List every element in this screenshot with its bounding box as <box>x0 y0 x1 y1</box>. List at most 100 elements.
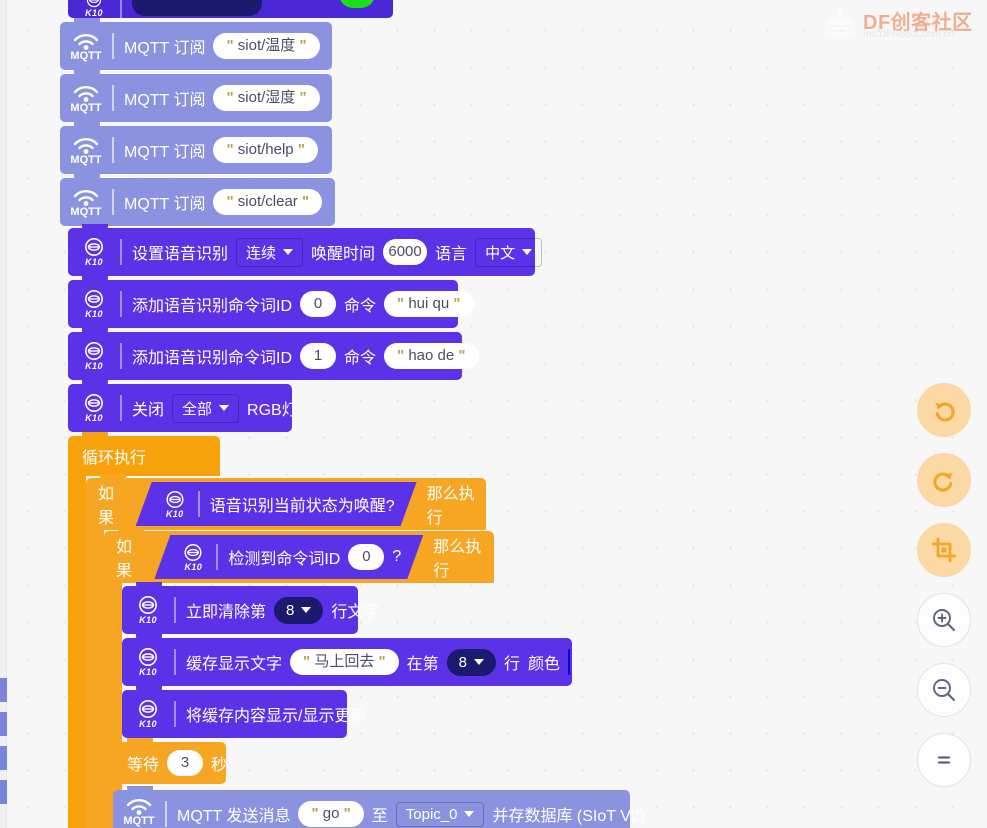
top-partial-green-indicator[interactable] <box>339 0 375 8</box>
block-flush-display[interactable]: K10 将缓存内容显示/显示更新 <box>122 686 366 738</box>
k10-icon <box>181 543 205 562</box>
command-id-field[interactable]: 1 <box>300 343 337 369</box>
block-mqtt-subscribe[interactable]: MQTT MQTT 订阅 " siot/温度 " <box>60 18 332 70</box>
block-mqtt-subscribe[interactable]: MQTT MQTT 订阅 " siot/help " <box>60 122 332 174</box>
wake-time-field[interactable]: 6000 <box>383 239 428 265</box>
mqtt-topic-dropdown[interactable]: Topic_0 <box>395 801 485 827</box>
k10-icon <box>85 394 103 412</box>
device-badge-k10: K10 <box>68 228 120 276</box>
clear-line-prefix: 立即清除第 <box>186 604 267 621</box>
format-button[interactable] <box>917 523 971 577</box>
mqtt-topic-field[interactable]: " siot/clear " <box>213 189 323 215</box>
block-clear-line[interactable]: K10 立即清除第 8 行文字 <box>122 582 379 634</box>
block-mqtt-subscribe[interactable]: MQTT MQTT 订阅 " siot/湿度 " <box>60 70 332 122</box>
wait-seconds-field[interactable]: 3 <box>167 750 204 776</box>
k10-icon <box>139 648 157 666</box>
rgb-target-value: 全部 <box>182 400 213 418</box>
if-command-head[interactable]: 如果 K10 检测到命令词ID 0 ? 那么执行 <box>104 527 494 583</box>
block-mqtt-send[interactable]: MQTT MQTT 发送消息 " go " 至 Topic_0 并存数据库 (S… <box>113 786 645 828</box>
undo-icon <box>935 402 955 422</box>
workspace-left-scrollbar[interactable] <box>0 0 7 828</box>
command-id-field[interactable]: 0 <box>300 291 337 317</box>
language-label: 语言 <box>435 246 468 263</box>
block-cache-display-text[interactable]: K10 缓存显示文字 " 马上回去 " 在第 8 行 颜色 <box>122 634 572 686</box>
mqtt-topic-field[interactable]: " siot/湿度 " <box>213 85 320 111</box>
condition-command-detected[interactable]: K10 检测到命令词ID 0 ? <box>154 535 423 579</box>
set-voice-label: 设置语音识别 <box>132 246 229 263</box>
voice-mode-dropdown[interactable]: 连续 <box>236 237 304 267</box>
condition-suffix: ? <box>392 548 402 565</box>
zoom-out-button[interactable] <box>917 663 971 717</box>
undo-button[interactable] <box>917 383 971 437</box>
condition-voice-awake[interactable]: K10 语音识别当前状态为唤醒? <box>136 482 417 526</box>
device-badge-mqtt: MQTT <box>60 22 112 70</box>
device-badge-label: K10 <box>184 561 203 572</box>
if-label: 如果 <box>116 539 133 580</box>
block-divider <box>174 597 176 623</box>
block-rgb-off[interactable]: K10 关闭 全部 RGB灯 <box>68 380 298 432</box>
watermark-brand-cn: 创客社区 <box>890 12 973 34</box>
redo-button[interactable] <box>917 453 971 507</box>
forever-loop-head[interactable]: 循环执行 <box>68 432 220 476</box>
block-divider <box>112 189 114 215</box>
command-text-field[interactable]: " hao de " <box>384 343 479 369</box>
scrollbar-segment[interactable] <box>0 712 7 736</box>
scrollbar-segment[interactable] <box>0 746 7 770</box>
mqtt-message-field[interactable]: " go " <box>298 801 364 827</box>
wifi-icon <box>73 138 99 154</box>
mqtt-topic-field[interactable]: " siot/help " <box>213 137 318 163</box>
block-divider <box>120 343 122 369</box>
cache-line-value: 8 <box>458 653 467 671</box>
device-badge-label: K10 <box>85 309 103 319</box>
command-text-value: hui qu <box>408 295 450 312</box>
mqtt-to-label: 至 <box>371 808 388 825</box>
block-notch <box>100 474 126 482</box>
blockly-workspace[interactable]: DF创客社区 mc.DFRobot.com.cn K10 MQTT MQTT 订… <box>0 0 987 828</box>
mqtt-subscribe-label: MQTT 订阅 <box>124 144 206 161</box>
mqtt-send-prefix: MQTT 发送消息 <box>177 808 291 825</box>
wifi-icon <box>73 190 99 206</box>
wifi-icon <box>73 34 99 50</box>
device-badge-label: K10 <box>85 257 103 267</box>
if-awake-head[interactable]: 如果 K10 语音识别当前状态为唤醒? 那么执行 <box>86 474 486 530</box>
mqtt-topic-field[interactable]: " siot/温度 " <box>213 33 320 59</box>
clear-line-dropdown[interactable]: 8 <box>274 596 324 624</box>
device-badge-label: MQTT <box>70 154 102 166</box>
top-partial-dropdown[interactable] <box>132 0 262 16</box>
block-divider <box>120 239 122 265</box>
cache-text-field[interactable]: " 马上回去 " <box>290 649 399 675</box>
flush-display-label: 将缓存内容显示/显示更新 <box>186 708 367 725</box>
device-badge-k10: K10 <box>122 586 174 634</box>
condition-text: 语音识别当前状态为唤醒? <box>209 498 395 515</box>
mqtt-topic-value: siot/clear <box>237 193 298 210</box>
block-notch <box>82 432 108 440</box>
block-add-command-word[interactable]: K10 添加语音识别命令词ID 0 命令 " hui qu " <box>68 276 474 328</box>
rgb-target-dropdown[interactable]: 全部 <box>172 393 240 423</box>
cache-line-dropdown[interactable]: 8 <box>446 648 496 676</box>
block-add-command-word[interactable]: K10 添加语音识别命令词ID 1 命令 " hao de " <box>68 328 479 380</box>
block-mqtt-subscribe[interactable]: MQTT MQTT 订阅 " siot/clear " <box>60 174 335 226</box>
device-badge-label: K10 <box>85 413 103 423</box>
wait-suffix: 秒 <box>211 757 228 774</box>
workspace-toolbar[interactable] <box>917 383 971 787</box>
block-divider <box>198 491 200 517</box>
mqtt-topic-value: siot/湿度 <box>237 89 296 106</box>
block-divider <box>112 85 114 111</box>
block-divider <box>112 33 114 59</box>
device-badge-k10: K10 <box>68 384 120 432</box>
watermark-url: mc.DFRobot.com.cn <box>863 29 955 40</box>
block-top-partial[interactable]: K10 <box>68 0 393 18</box>
command-id-field[interactable]: 0 <box>348 544 384 570</box>
color-picker-swatch[interactable] <box>568 649 571 675</box>
clear-line-suffix: 行文字 <box>331 604 380 621</box>
block-wait[interactable]: 等待 3 秒 <box>113 738 228 784</box>
command-text-field[interactable]: " hui qu " <box>384 291 474 317</box>
zoom-in-button[interactable] <box>917 593 971 647</box>
block-set-voice-recognition[interactable]: K10 设置语音识别 连续 唤醒时间 6000 语言 中文 <box>68 224 543 276</box>
language-dropdown[interactable]: 中文 <box>475 237 543 267</box>
cache-color-label: 颜色 <box>528 656 561 673</box>
zoom-reset-button[interactable] <box>917 733 971 787</box>
scrollbar-segment[interactable] <box>0 678 7 702</box>
scrollbar-segment[interactable] <box>0 780 7 804</box>
mqtt-message-value: go <box>322 805 340 822</box>
